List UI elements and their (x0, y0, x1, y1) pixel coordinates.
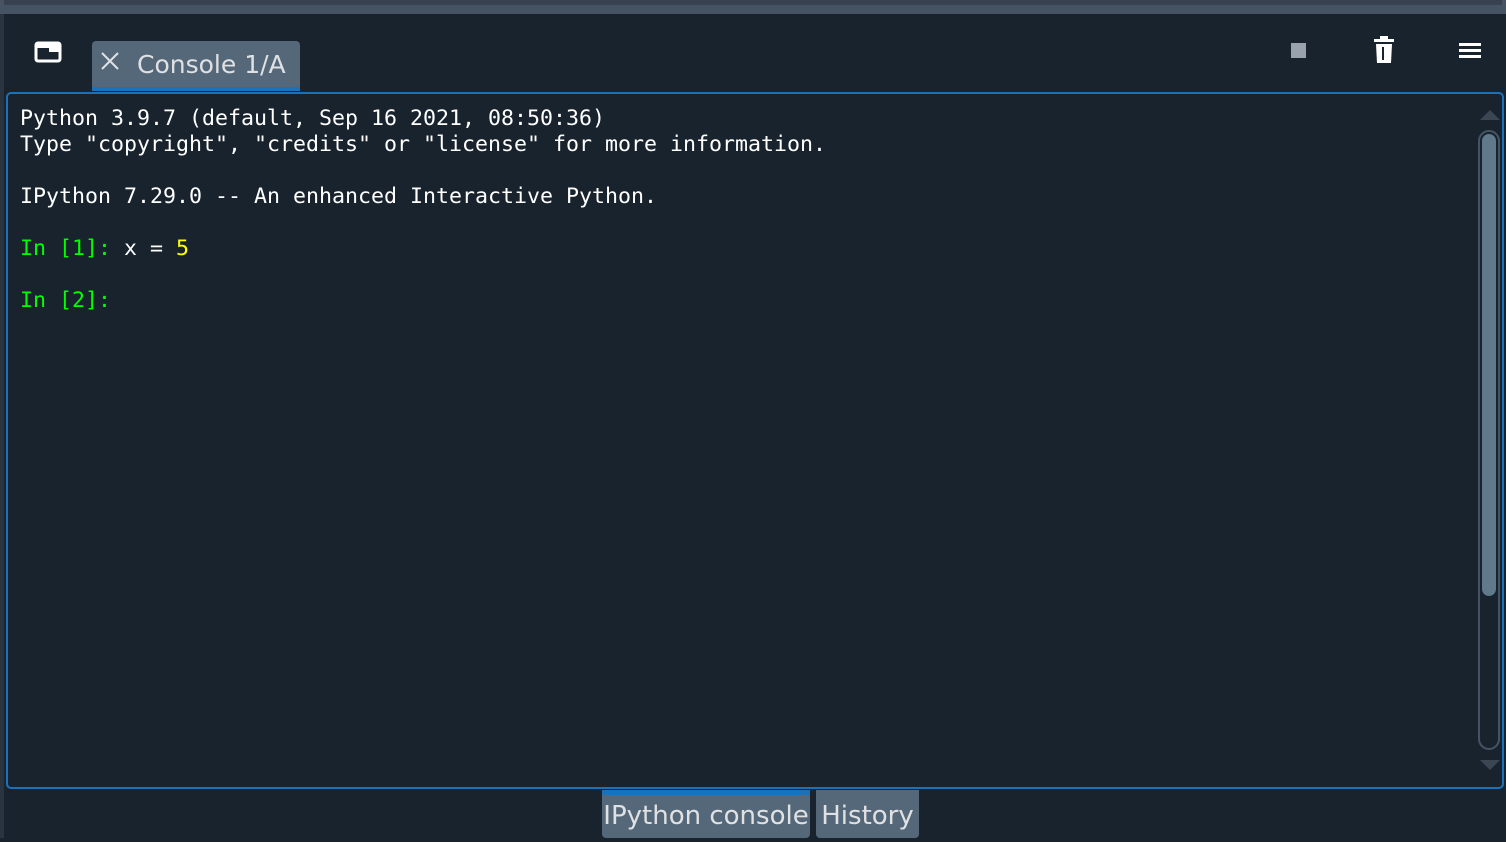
input-prompt-1: In [1]: (20, 236, 112, 261)
banner-info-line: Type "copyright", "credits" or "license"… (20, 132, 827, 157)
input-code-1-number: 5 (176, 236, 190, 261)
console-text: Python 3.9.7 (default, Sep 16 2021, 08:5… (20, 106, 826, 314)
close-icon[interactable] (100, 51, 120, 71)
tab-label: History (821, 801, 914, 831)
hamburger-menu-icon[interactable] (1455, 36, 1485, 66)
input-code-1: x = (111, 236, 177, 261)
trash-icon[interactable] (1369, 34, 1399, 64)
stop-square-icon[interactable] (1284, 36, 1314, 66)
tab-history[interactable]: History (816, 790, 919, 838)
tab-label: Console 1/A (137, 50, 286, 79)
tab-label: IPython console (603, 801, 809, 831)
scroll-down-arrow-icon[interactable] (1480, 760, 1500, 770)
banner-version-line: Python 3.9.7 (default, Sep 16 2021, 08:5… (20, 106, 606, 131)
input-prompt-2: In [2]: (20, 288, 112, 313)
active-tab-indicator (92, 87, 300, 91)
ipython-console-pane: Console 1/A Python 3.9.7 (default, Sep 1… (4, 14, 1506, 838)
undock-window-icon[interactable] (34, 40, 62, 64)
vertical-scrollbar[interactable] (1478, 130, 1500, 750)
top-splitter[interactable] (0, 0, 1506, 14)
active-tab-indicator (602, 790, 810, 795)
banner-ipython-line: IPython 7.29.0 -- An enhanced Interactiv… (20, 184, 658, 209)
scrollbar-thumb[interactable] (1482, 134, 1496, 596)
splitter-handle[interactable] (4, 0, 1502, 5)
scroll-up-arrow-icon[interactable] (1480, 110, 1500, 120)
tab-ipython-console[interactable]: IPython console (602, 790, 810, 838)
console-output-area[interactable]: Python 3.9.7 (default, Sep 16 2021, 08:5… (6, 92, 1504, 789)
tab-console-1a[interactable]: Console 1/A (92, 41, 300, 91)
